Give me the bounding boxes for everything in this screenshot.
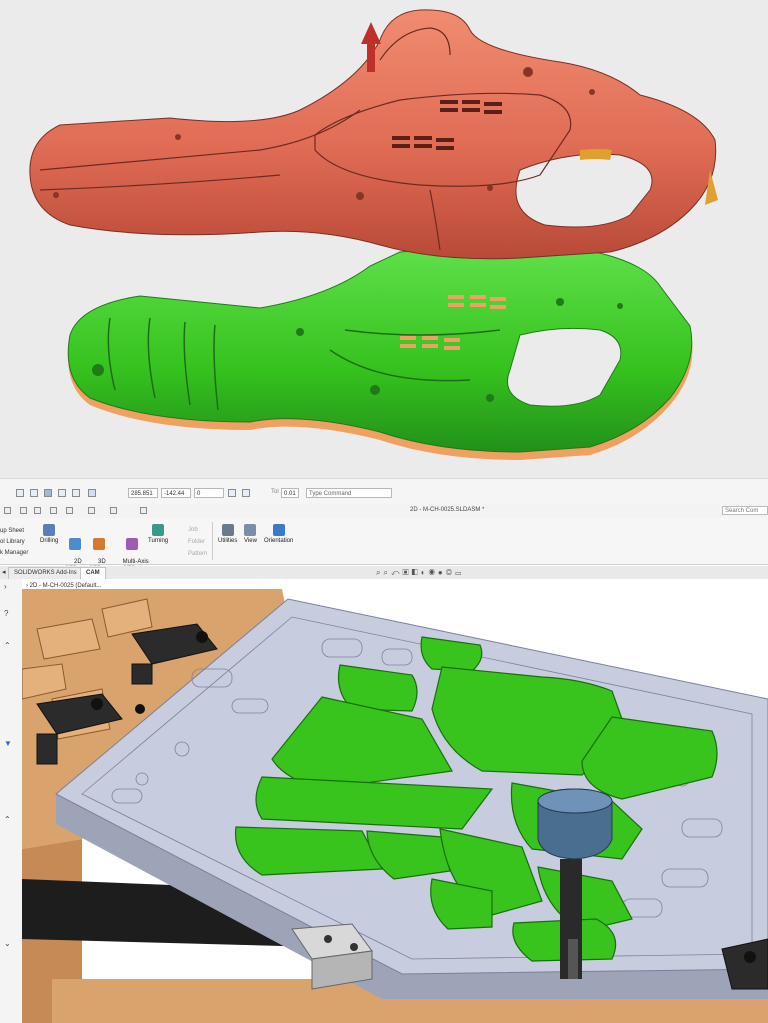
drill-icon	[43, 524, 56, 536]
appearance-icon[interactable]: ●	[438, 568, 446, 577]
tab-scroll-left-icon[interactable]: ◂	[2, 568, 6, 576]
scene-icon[interactable]: ◎	[446, 568, 455, 577]
tab-solidworks-add-ins[interactable]: SOLIDWORKS Add-Ins	[8, 567, 83, 579]
new-file-icon[interactable]	[4, 507, 11, 514]
folder-button[interactable]: Folder	[174, 536, 207, 548]
feature-tree-root[interactable]: › 2D - M-CH-0025 (Default...	[26, 583, 101, 589]
utilities-label: Utilities	[218, 538, 238, 544]
cam-ribbon: up Sheet ol Library k Manager Drilling 2…	[0, 518, 768, 572]
previous-view-icon[interactable]: ↶	[391, 568, 403, 577]
view-icon	[244, 524, 257, 536]
scroll-up-icon[interactable]: ⌃	[4, 815, 11, 824]
green-core-part	[67, 245, 693, 460]
save-icon[interactable]	[34, 507, 41, 514]
options-icon[interactable]	[140, 507, 147, 514]
turning-icon	[152, 524, 165, 536]
grid-icon[interactable]	[44, 489, 52, 497]
application-title-bar: 2D - M-CH-0025.SLDASM * Search Com	[0, 504, 768, 519]
rebuild-icon[interactable]	[110, 507, 117, 514]
tree-root-label: 2D - M-CH-0025 (Default...	[29, 583, 102, 589]
tab-cam[interactable]: CAM	[80, 567, 106, 579]
tree-expand-icon[interactable]: ›	[4, 582, 7, 591]
search-commands-input[interactable]: Search Com	[722, 506, 768, 515]
units-icon[interactable]	[228, 489, 236, 497]
select-icon[interactable]	[16, 489, 24, 497]
multi-axis-milling-icon	[126, 538, 139, 550]
turning-label: Turning	[148, 538, 169, 544]
drilling-label: Drilling	[40, 538, 59, 544]
tolerance-field[interactable]: 0.01	[281, 488, 299, 498]
turning-button[interactable]: Turning	[148, 524, 168, 545]
coordinate-z-field[interactable]: 0	[194, 488, 224, 498]
coordinate-x-field[interactable]: 285.851	[128, 488, 158, 498]
orientation-icon	[272, 524, 285, 536]
orientation-label: Orientation	[264, 538, 294, 544]
lock-icon[interactable]	[58, 489, 66, 497]
molded-parts-render	[29, 9, 718, 460]
view-label: View	[244, 538, 257, 544]
section-view-icon[interactable]: ▣	[403, 568, 412, 577]
model-viewport-top[interactable]	[0, 0, 768, 478]
heads-up-view-toolbar: ⌕⌕↶▣◧◐◉●◎▭	[376, 568, 464, 578]
ortho-icon[interactable]	[242, 489, 250, 497]
2d-milling-icon	[68, 538, 81, 550]
view-button[interactable]: View	[244, 524, 257, 545]
view-settings-icon[interactable]: ▭	[455, 568, 464, 577]
command-coordinate-bar: 285.851 -142.44 0 Tol 0.01 Type Command	[0, 478, 768, 506]
layer-icon[interactable]	[72, 489, 80, 497]
rollback-marker-icon[interactable]: ▼	[4, 739, 12, 748]
pattern-button[interactable]: Pattern	[174, 548, 207, 560]
scroll-down-icon[interactable]: ⌄	[4, 939, 11, 948]
help-icon[interactable]: ?	[4, 609, 8, 618]
table-icon[interactable]	[88, 489, 96, 497]
collapse-up-icon[interactable]: ⌃	[4, 641, 11, 650]
coordinate-y-field[interactable]: -142.44	[161, 488, 191, 498]
cam-fixture-render	[22, 589, 768, 1023]
hide-show-icon[interactable]: ◉	[429, 568, 438, 577]
open-file-icon[interactable]	[20, 507, 27, 514]
ribbon-disabled-group: Job Folder Pattern	[174, 524, 207, 560]
display-style-icon[interactable]: ◐	[421, 568, 429, 577]
tolerance-label: Tol	[271, 489, 279, 495]
ribbon-item-setup-sheet[interactable]: up Sheet	[0, 526, 28, 537]
undo-icon[interactable]	[66, 507, 73, 514]
ribbon-item-task-manager[interactable]: k Manager	[0, 548, 28, 559]
utilities-icon	[221, 524, 234, 536]
command-input[interactable]: Type Command	[306, 488, 392, 498]
feature-manager-strip: › ? ⌃ ▼ ⌃ ⌄	[0, 579, 23, 1023]
ribbon-left-group: up Sheet ol Library k Manager	[0, 526, 28, 559]
snap-icon[interactable]	[30, 489, 38, 497]
print-icon[interactable]	[50, 507, 57, 514]
ribbon-item-tool-library[interactable]: ol Library	[0, 537, 28, 548]
select-tool-icon[interactable]	[88, 507, 95, 514]
drilling-button[interactable]: Drilling	[40, 524, 58, 545]
orientation-button[interactable]: Orientation	[264, 524, 293, 545]
job-button[interactable]: Job	[174, 524, 207, 536]
zoom-area-icon[interactable]: ⌕	[383, 568, 390, 577]
cam-viewport[interactable]	[22, 579, 768, 1023]
ribbon-divider	[212, 522, 213, 560]
view-orientation-icon[interactable]: ◧	[412, 568, 421, 577]
document-title: 2D - M-CH-0025.SLDASM *	[410, 507, 485, 513]
3d-milling-icon	[92, 538, 105, 550]
utilities-button[interactable]: Utilities	[218, 524, 237, 545]
